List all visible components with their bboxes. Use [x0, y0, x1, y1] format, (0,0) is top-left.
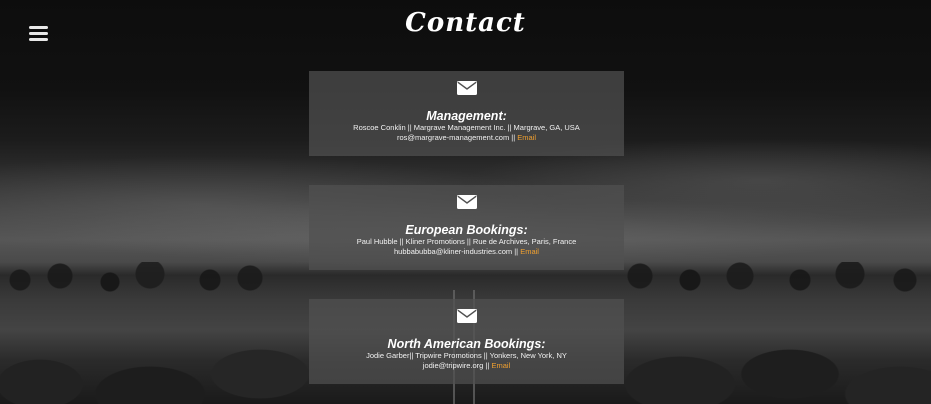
contact-email-line: ros@margrave-management.com || Email: [309, 133, 624, 143]
envelope-icon: [456, 195, 477, 209]
email-link[interactable]: Email: [520, 247, 539, 256]
menu-bar: [29, 38, 48, 41]
contact-separator: ||: [512, 247, 521, 256]
contact-details: Paul Hubble || Kliner Promotions || Rue …: [356, 237, 577, 246]
contact-heading: North American Bookings:: [387, 337, 546, 351]
envelope-icon: [456, 81, 477, 95]
page-title: Contact: [405, 8, 526, 38]
contact-email-address: hubbabubba@kliner-industries.com: [394, 247, 513, 256]
email-link[interactable]: Email: [491, 361, 510, 370]
contact-email-address: jodie@tripwire.org: [422, 361, 484, 370]
contact-card-north-american-bookings: North American Bookings: Jodie Garber|| …: [309, 299, 624, 384]
email-link[interactable]: Email: [517, 133, 536, 142]
contact-heading: Management:: [426, 109, 507, 123]
contact-details: Roscoe Conklin || Margrave Management In…: [353, 123, 580, 132]
page-background: Contact Management: Roscoe Conklin || Ma…: [0, 0, 931, 404]
contact-card-management: Management: Roscoe Conklin || Margrave M…: [309, 71, 624, 156]
contact-email-line: hubbabubba@kliner-industries.com || Emai…: [309, 247, 624, 257]
contact-email-line: jodie@tripwire.org || Email: [309, 361, 624, 371]
contact-email-address: ros@margrave-management.com: [396, 133, 510, 142]
contact-heading: European Bookings:: [405, 223, 528, 237]
contact-details: Jodie Garber|| Tripwire Promotions || Yo…: [366, 351, 567, 360]
envelope-icon: [456, 309, 477, 323]
contact-card-european-bookings: European Bookings: Paul Hubble || Kliner…: [309, 185, 624, 270]
